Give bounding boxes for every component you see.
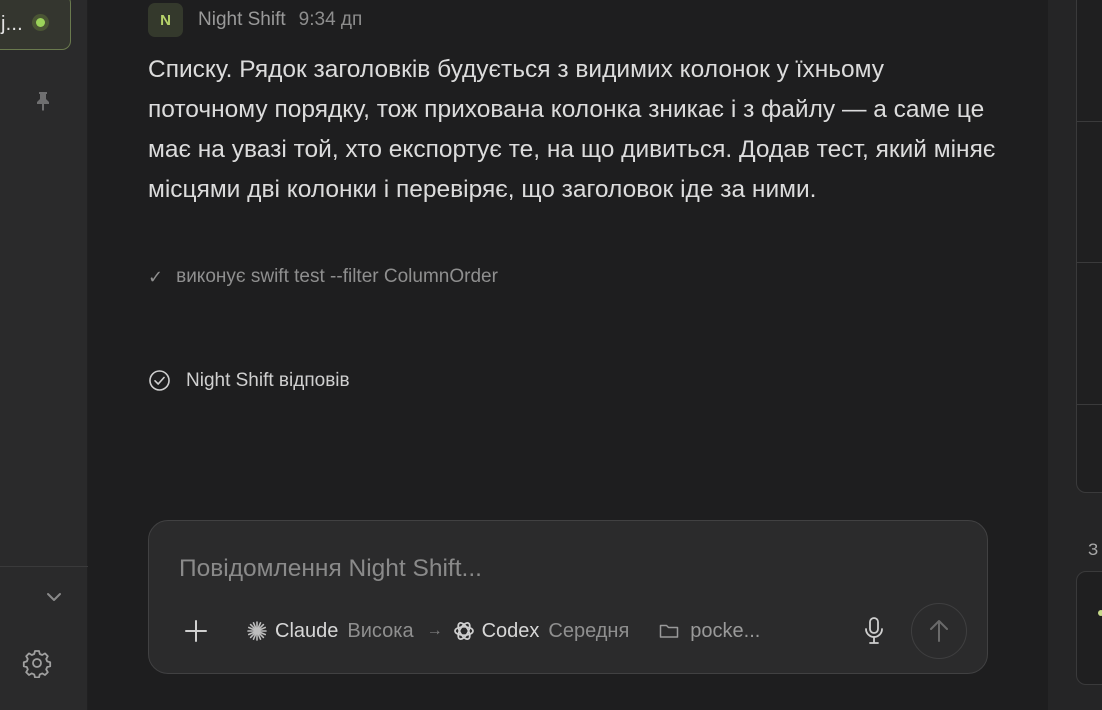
sender-name: Night Shift <box>198 9 286 30</box>
message-header: N Night Shift 9:34 дп <box>148 3 362 37</box>
right-panel-divider <box>1077 262 1102 263</box>
folder-selector[interactable]: pocke... <box>659 620 760 643</box>
right-panel-status-dot <box>1098 610 1102 616</box>
tool-call-line[interactable]: ✓ виконує swift test --filter ColumnOrde… <box>148 266 498 288</box>
sidebar-divider <box>0 566 88 567</box>
session-status-dot <box>32 14 49 31</box>
message-body: Списку. Рядок заголовків будується з вид… <box>148 56 996 203</box>
microphone-icon <box>865 617 883 644</box>
chat-panel: N Night Shift 9:34 дп Списку. Рядок заго… <box>89 0 1048 710</box>
folder-name: pocke... <box>690 619 761 642</box>
plus-icon <box>185 620 207 642</box>
gear-icon[interactable] <box>22 648 52 678</box>
right-panel-label: З <box>1088 540 1099 559</box>
composer: Claude Висока → Codex Середня <box>148 520 988 674</box>
sidebar: ј... <box>0 0 88 710</box>
planner-model-button[interactable]: Claude Висока <box>247 620 414 643</box>
check-icon: ✓ <box>148 266 164 287</box>
executor-model-level: Середня <box>548 619 630 642</box>
microphone-button[interactable] <box>862 615 886 647</box>
executor-model-button[interactable]: Codex Середня <box>453 619 630 643</box>
avatar: N <box>148 3 183 37</box>
session-label: ј... <box>1 13 23 35</box>
right-panel-divider <box>1077 121 1102 122</box>
right-panel-card-secondary[interactable] <box>1076 571 1102 685</box>
planner-model-name: Claude <box>275 619 339 642</box>
pin-icon[interactable] <box>34 90 52 112</box>
folder-icon <box>660 624 679 638</box>
chevron-down-icon[interactable] <box>44 589 64 605</box>
claude-burst-icon <box>247 621 267 641</box>
reply-status-text: Night Shift відповів <box>186 369 350 391</box>
openai-knot-icon <box>453 622 474 640</box>
message-input[interactable] <box>179 555 779 583</box>
right-panel-card <box>1076 0 1102 493</box>
add-attachment-button[interactable] <box>182 617 210 645</box>
sidebar-active-session[interactable]: ј... <box>0 0 71 50</box>
reply-status: Night Shift відповів <box>148 369 350 392</box>
check-circle-icon <box>149 370 170 391</box>
executor-model-name: Codex <box>481 619 540 642</box>
send-button[interactable] <box>911 603 967 659</box>
planner-model-level: Висока <box>347 619 414 642</box>
arrow-up-icon <box>930 620 948 642</box>
tool-call-text: виконує swift test --filter ColumnOrder <box>176 266 498 287</box>
arrow-right-icon: → <box>426 622 443 639</box>
right-panel-divider <box>1077 404 1102 405</box>
app-window: ј... N Night Shift 9:34 дп Списку. Рядок… <box>0 0 1102 710</box>
model-selector-row: Claude Висока → Codex Середня pocke... <box>247 617 760 645</box>
message-time: 9:34 дп <box>298 9 363 30</box>
